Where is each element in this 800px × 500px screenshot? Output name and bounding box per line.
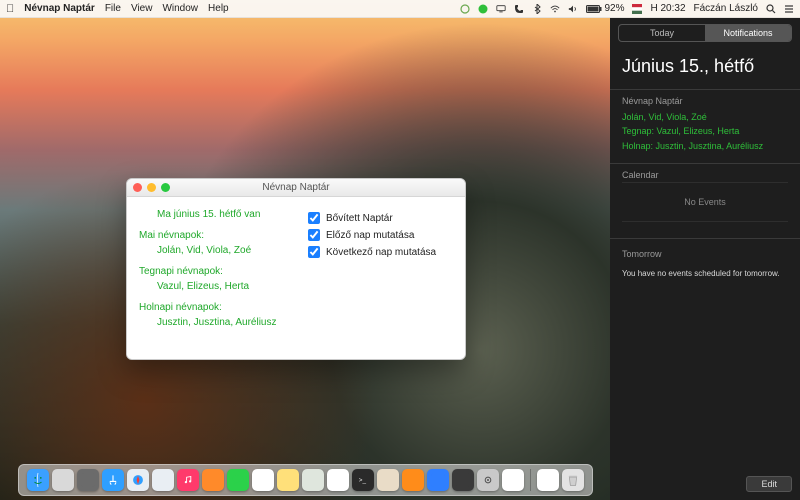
app-window: Névnap Naptár Ma június 15. hétfő van Ma… bbox=[126, 178, 466, 360]
option-next-label: Következő nap mutatása bbox=[326, 247, 436, 258]
user-name[interactable]: Fáczán László bbox=[694, 3, 758, 14]
tomorrow-names: Jusztin, Jusztina, Auréliusz bbox=[139, 315, 284, 330]
dock-terminal-icon[interactable]: >_ bbox=[352, 469, 374, 491]
tomorrow-label: Holnapi névnapok: bbox=[139, 300, 284, 315]
volume-icon[interactable] bbox=[568, 4, 578, 14]
nc-calendar-title: Calendar bbox=[610, 166, 800, 182]
flag-icon[interactable] bbox=[632, 4, 642, 14]
dock-ibooks-icon[interactable] bbox=[202, 469, 224, 491]
dock-itunes-icon[interactable] bbox=[177, 469, 199, 491]
status-icon-2[interactable] bbox=[478, 4, 488, 14]
menu-view[interactable]: View bbox=[131, 3, 153, 14]
minimize-button[interactable] bbox=[147, 183, 156, 192]
dock-app-store-icon[interactable] bbox=[102, 469, 124, 491]
nc-tomorrow-names: Jusztin, Jusztina, Auréliusz bbox=[656, 141, 764, 151]
clock[interactable]: H 20:32 bbox=[650, 3, 685, 14]
bluetooth-icon[interactable] bbox=[532, 4, 542, 14]
app-menu[interactable]: Névnap Naptár bbox=[24, 3, 95, 14]
titlebar[interactable]: Névnap Naptár bbox=[127, 179, 465, 197]
today-names: Jolán, Vid, Viola, Zoé bbox=[139, 243, 284, 258]
dock-wrap: >_ bbox=[0, 464, 610, 496]
nc-tabs: Today Notifications bbox=[618, 24, 792, 42]
nc-date: Június 15., hétfő bbox=[610, 48, 800, 87]
menu-help[interactable]: Help bbox=[208, 3, 229, 14]
window-title: Névnap Naptár bbox=[127, 182, 465, 193]
svg-text:>_: >_ bbox=[358, 477, 366, 484]
dock-safari-icon[interactable] bbox=[127, 469, 149, 491]
notification-center-icon[interactable] bbox=[784, 4, 794, 14]
dock-notes-icon[interactable] bbox=[277, 469, 299, 491]
phone-icon[interactable] bbox=[514, 4, 524, 14]
dock-reminders-icon[interactable] bbox=[252, 469, 274, 491]
zoom-button[interactable] bbox=[161, 183, 170, 192]
option-extended[interactable]: Bővített Naptár bbox=[308, 212, 453, 224]
nc-tomorrow-title: Tomorrow bbox=[622, 245, 788, 263]
today-label: Mai névnapok: bbox=[139, 228, 284, 243]
dock-launchpad-icon[interactable] bbox=[52, 469, 74, 491]
dock-pages-icon[interactable] bbox=[537, 469, 559, 491]
notification-center: Today Notifications Június 15., hétfő Né… bbox=[610, 18, 800, 500]
dock-iphoto-icon[interactable] bbox=[452, 469, 474, 491]
option-next[interactable]: Következő nap mutatása bbox=[308, 246, 453, 258]
menu-window[interactable]: Window bbox=[162, 3, 198, 14]
checkbox-previous[interactable] bbox=[308, 229, 320, 241]
nc-yesterday-names: Vazul, Elizeus, Herta bbox=[657, 126, 740, 136]
apple-menu[interactable]:  bbox=[6, 3, 14, 15]
close-button[interactable] bbox=[133, 183, 142, 192]
yesterday-label: Tegnapi névnapok: bbox=[139, 264, 284, 279]
yesterday-names: Vazul, Elizeus, Herta bbox=[139, 279, 284, 294]
battery-icon[interactable]: 92% bbox=[586, 3, 624, 14]
dock-mission-control-icon[interactable] bbox=[77, 469, 99, 491]
nameday-panel: Ma június 15. hétfő van Mai névnapok: Jo… bbox=[127, 197, 296, 359]
menubar:  Névnap Naptár File View Window Help 92… bbox=[0, 0, 800, 18]
today-line: Ma június 15. hétfő van bbox=[139, 207, 284, 222]
nc-tomorrow-text: You have no events scheduled for tomorro… bbox=[622, 263, 788, 294]
spotlight-icon[interactable] bbox=[766, 4, 776, 14]
nc-edit-button[interactable]: Edit bbox=[746, 476, 792, 492]
status-icon-1[interactable] bbox=[460, 4, 470, 14]
dock-mail-icon[interactable] bbox=[152, 469, 174, 491]
dock-separator bbox=[530, 469, 531, 491]
nc-tab-notifications[interactable]: Notifications bbox=[705, 25, 791, 41]
nc-widget-title: Névnap Naptár bbox=[610, 92, 800, 108]
nc-today-names: Jolán, Vid, Viola, Zoé bbox=[622, 110, 788, 124]
dock-finder-icon[interactable] bbox=[27, 469, 49, 491]
nc-no-events: No Events bbox=[610, 183, 800, 221]
battery-percent: 92% bbox=[604, 3, 624, 14]
wifi-icon[interactable] bbox=[550, 4, 560, 14]
dock-messages-icon[interactable] bbox=[227, 469, 249, 491]
dock-trash-icon[interactable] bbox=[562, 469, 584, 491]
dock-gimp-icon[interactable] bbox=[377, 469, 399, 491]
nc-tomorrow-label: Holnap: bbox=[622, 141, 653, 151]
menu-file[interactable]: File bbox=[105, 3, 121, 14]
nc-yesterday-label: Tegnap: bbox=[622, 126, 654, 136]
option-previous-label: Előző nap mutatása bbox=[326, 230, 414, 241]
dock: >_ bbox=[18, 464, 593, 496]
dock-preferences-icon[interactable] bbox=[477, 469, 499, 491]
option-previous[interactable]: Előző nap mutatása bbox=[308, 229, 453, 241]
dock-xcode-icon[interactable] bbox=[427, 469, 449, 491]
options-panel: Bővített Naptár Előző nap mutatása Követ… bbox=[296, 197, 465, 359]
option-extended-label: Bővített Naptár bbox=[326, 213, 393, 224]
dock-vlc-icon[interactable] bbox=[402, 469, 424, 491]
nc-tab-today[interactable]: Today bbox=[619, 25, 705, 41]
desktop:  Névnap Naptár File View Window Help 92… bbox=[0, 0, 800, 500]
checkbox-extended[interactable] bbox=[308, 212, 320, 224]
nc-nameday-widget: Jolán, Vid, Viola, Zoé Tegnap: Vazul, El… bbox=[610, 108, 800, 161]
checkbox-next[interactable] bbox=[308, 246, 320, 258]
dock-photos-icon[interactable] bbox=[327, 469, 349, 491]
display-icon[interactable] bbox=[496, 4, 506, 14]
dock-maps-icon[interactable] bbox=[302, 469, 324, 491]
dock-nevnap-naptar-icon[interactable] bbox=[502, 469, 524, 491]
